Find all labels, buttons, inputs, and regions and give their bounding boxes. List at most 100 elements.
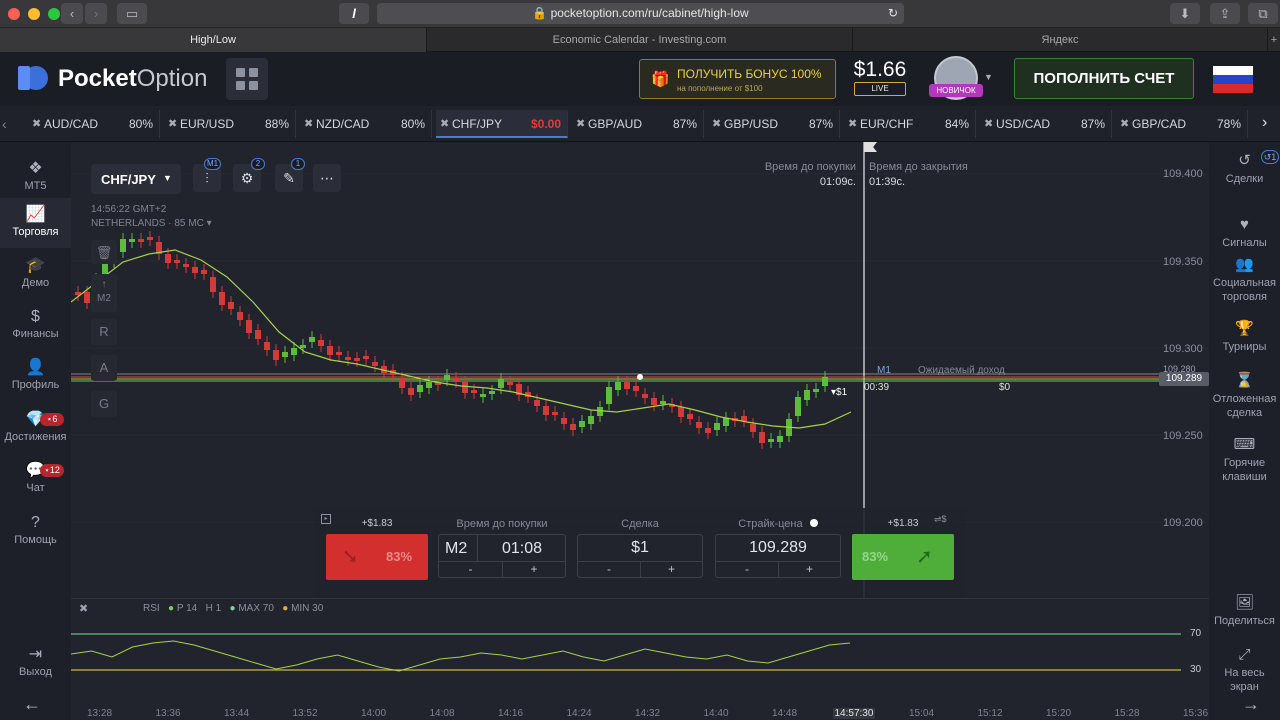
deposit-button[interactable]: ПОПОЛНИТЬ СЧЕТ (1014, 58, 1194, 99)
balance-value[interactable]: $1.66 (852, 58, 908, 82)
close-icon[interactable]: ✖ (304, 110, 313, 138)
asset-tab-eur-chf[interactable]: ✖ EUR/CHF 84% (844, 110, 976, 138)
sidebar-item-exit[interactable]: ⇥ Выход (0, 638, 71, 688)
more-options-icon[interactable]: ⋯ (313, 164, 341, 192)
time-plus-button[interactable]: + (502, 561, 565, 577)
arrow-left-icon[interactable]: ← (20, 694, 44, 715)
tabs-overview-icon[interactable]: ⧉ (1248, 3, 1278, 24)
strike-value[interactable]: 109.289 (716, 539, 840, 557)
close-time-value: 01:39c. (869, 176, 906, 188)
strike-plus-button[interactable]: + (778, 561, 840, 577)
forward-icon[interactable]: › (85, 3, 107, 24)
right-item-label: Отложенная сделка (1212, 393, 1277, 419)
down-button[interactable]: ➘ 83% (326, 534, 428, 580)
graduation-cap-icon: 🎓 (25, 257, 46, 274)
strike-minus-button[interactable]: - (716, 561, 778, 577)
chevron-down-icon[interactable]: ▼ (984, 72, 993, 82)
close-icon[interactable]: ✖ (848, 110, 857, 138)
chevron-left-icon[interactable]: ‹ (2, 116, 7, 132)
asset-payout: 87% (808, 117, 833, 131)
sidebar-item-dollar[interactable]: $ Финансы (0, 300, 71, 350)
strike-label-row: Страйк-цена (715, 518, 841, 530)
close-window-dot[interactable] (8, 8, 20, 20)
download-icon[interactable]: ⬇ (1170, 3, 1200, 24)
right-item-people[interactable]: 👥 Социальная торговля (1209, 254, 1280, 304)
sidebar-toggle-icon[interactable]: ▭ (117, 3, 147, 24)
expiry-timeframe[interactable]: M2 (445, 540, 467, 558)
sidebar-item-chat[interactable]: 💬 Чат ⋆12 (0, 454, 71, 504)
right-item-keyboard[interactable]: ⌨ Горячие клавиши (1209, 434, 1280, 484)
close-icon[interactable]: ✖ (576, 110, 585, 138)
account-type-badge[interactable]: LIVE (854, 82, 906, 96)
browser-tab-calendar[interactable]: Economic Calendar - Investing.com (427, 28, 853, 52)
asset-tab-gbp-usd[interactable]: ✖ GBP/USD 87% (708, 110, 840, 138)
amount-field[interactable]: $1 - + (577, 534, 703, 578)
region-info: NETHERLANDS · 85 MC ▾ (91, 218, 212, 229)
reload-icon[interactable]: ↻ (888, 3, 898, 24)
currency-swap-icon[interactable]: ⇌$ (934, 514, 947, 525)
sidebar-item-label: Достижения (4, 431, 67, 443)
address-bar[interactable]: 🔒 pocketoption.com/ru/cabinet/high-low ↻ (377, 3, 904, 24)
right-item-trophy[interactable]: 🏆 Турниры (1209, 318, 1280, 354)
sidebar-item-chart[interactable]: 📈 Торговля (0, 198, 71, 248)
sidebar-item-diamond[interactable]: 💎 Достижения ⋆6 (0, 403, 71, 453)
apps-grid-icon[interactable] (226, 58, 268, 100)
sidebar-item-user[interactable]: 👤 Профиль (0, 351, 71, 401)
up-button[interactable]: 83% ➚ (852, 534, 954, 580)
rsi-level-high: 70 (1190, 628, 1202, 639)
new-tab-icon[interactable]: + (1268, 28, 1280, 52)
time-tick: 13:52 (292, 708, 318, 719)
close-icon[interactable]: ✖ (1120, 110, 1129, 138)
right-item-heart-pulse[interactable]: ♥ Сигналы (1209, 214, 1280, 250)
minimize-window-dot[interactable] (28, 8, 40, 20)
logo-text: PocketOption (58, 65, 208, 92)
sidebar-item-graduation-cap[interactable]: 🎓 Демо (0, 249, 71, 299)
right-item-label: Горячие клавиши (1222, 457, 1267, 483)
browser-tab-yandex[interactable]: Яндекс (853, 28, 1268, 52)
right-item-hourglass[interactable]: ⌛ Отложенная сделка (1209, 370, 1280, 420)
close-icon[interactable]: ✖ (984, 110, 993, 138)
asset-tab-usd-cad[interactable]: ✖ USD/CAD 87% (980, 110, 1112, 138)
side-tool-a[interactable]: A (91, 355, 117, 381)
asset-tab-eur-usd[interactable]: ✖ EUR/USD 88% (164, 110, 296, 138)
right-item-history[interactable]: ↺ Сделки ↺1 (1209, 150, 1280, 186)
side-tool-r[interactable]: R (91, 319, 117, 345)
trash-icon[interactable]: 🗑 (91, 240, 117, 264)
russian-flag-icon[interactable] (1213, 66, 1253, 93)
back-icon[interactable]: ‹ (61, 3, 83, 24)
expiry-time-value[interactable]: 01:08 (479, 540, 565, 558)
close-icon[interactable]: ✖ (32, 110, 41, 138)
pair-selector[interactable]: CHF/JPY ▼ (91, 164, 181, 194)
rsi-chart (71, 633, 1181, 672)
maximize-window-dot[interactable] (48, 8, 60, 20)
sidebar-item-mt5[interactable]: ❖ MT5 (0, 152, 71, 202)
share-icon[interactable]: ⇪ (1210, 3, 1240, 24)
chart-icon: 📈 (25, 206, 46, 223)
asset-tab-nzd-cad[interactable]: ✖ NZD/CAD 80% (300, 110, 432, 138)
chevron-right-icon[interactable]: › (1262, 114, 1267, 132)
time-minus-button[interactable]: - (439, 561, 502, 577)
close-icon[interactable]: ✖ (440, 110, 449, 138)
expiry-time-field[interactable]: M2 01:08 - + (438, 534, 566, 578)
asset-tab-gbp-cad[interactable]: ✖ GBP/CAD 78% (1116, 110, 1248, 138)
sidebar-item-help[interactable]: ? Помощь (0, 506, 71, 556)
asset-tab-gbp-aud[interactable]: ✖ GBP/AUD 87% (572, 110, 704, 138)
extension-icon[interactable]: l (339, 3, 369, 24)
close-icon[interactable]: ✖ (712, 110, 721, 138)
asset-tab-aud-cad[interactable]: ✖ AUD/CAD 80% (28, 110, 160, 138)
side-tool-g[interactable]: G (91, 391, 117, 417)
amount-value[interactable]: $1 (578, 539, 702, 557)
arrow-right-icon[interactable]: → (1239, 694, 1263, 715)
pocket-option-logo-icon[interactable] (16, 64, 50, 92)
bonus-button[interactable]: 🎁 ПОЛУЧИТЬ БОНУС 100% на пополнение от $… (639, 59, 836, 99)
timeframe-side-button[interactable]: ↑ M2 (91, 274, 117, 312)
amount-plus-button[interactable]: + (640, 561, 702, 577)
right-item-fullscreen[interactable]: ⤢ На весь экран (1209, 644, 1280, 694)
strike-price-field[interactable]: 109.289 - + (715, 534, 841, 578)
strike-toggle-icon[interactable] (809, 519, 818, 527)
close-icon[interactable]: ✖ (168, 110, 177, 138)
right-item-image[interactable]: 🖼 Поделиться (1209, 592, 1280, 628)
asset-tab-chf-jpy[interactable]: ✖ CHF/JPY $0.00 (436, 110, 568, 138)
browser-tab-high-low[interactable]: High/Low (0, 28, 427, 52)
amount-minus-button[interactable]: - (578, 561, 640, 577)
